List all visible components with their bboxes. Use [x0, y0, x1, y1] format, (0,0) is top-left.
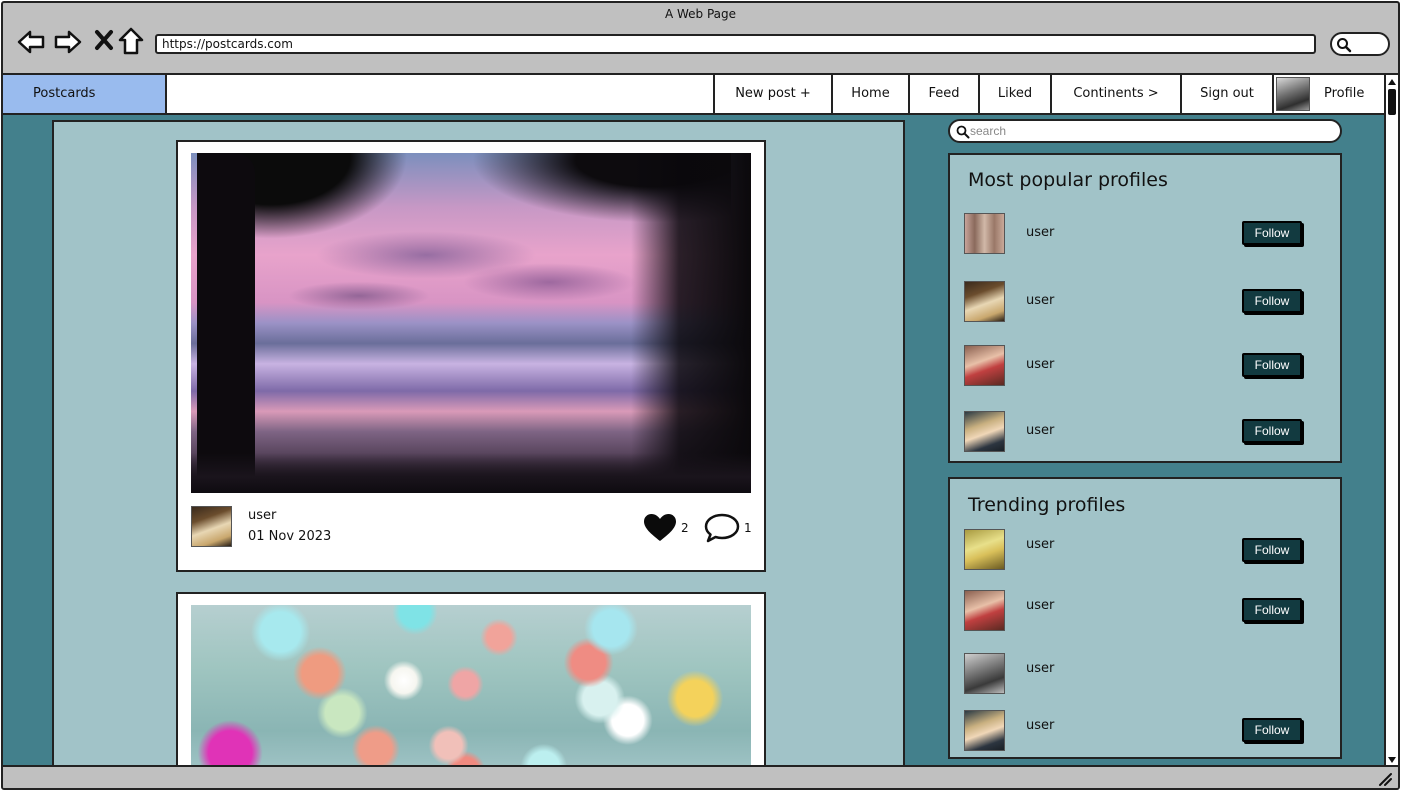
app-navbar: Postcards New post + Home Feed Liked Con…: [3, 75, 1384, 115]
avatar[interactable]: [964, 653, 1005, 694]
scroll-up-arrow-icon[interactable]: [1387, 77, 1397, 87]
avatar[interactable]: [964, 411, 1005, 452]
post-card[interactable]: [176, 592, 766, 765]
panel-title: Trending profiles: [968, 494, 1126, 516]
speech-bubble-icon: [704, 513, 740, 543]
url-bar[interactable]: https://postcards.com: [155, 34, 1316, 54]
like-count: 2: [681, 521, 689, 535]
most-popular-profiles-panel: Most popular profiles user Follow user F…: [948, 153, 1342, 463]
profile-name[interactable]: user: [1026, 661, 1054, 676]
nav-home[interactable]: Home: [831, 75, 908, 113]
scroll-thumb[interactable]: [1388, 89, 1396, 115]
nav-sign-out[interactable]: Sign out: [1180, 75, 1272, 113]
page-viewport: Postcards New post + Home Feed Liked Con…: [3, 73, 1398, 765]
avatar[interactable]: [964, 590, 1005, 631]
browser-window: A Web Page https://postcards.com Postcar…: [1, 1, 1400, 790]
trending-profiles-panel: Trending profiles user Follow user Follo…: [948, 477, 1342, 759]
sunset-beach-photo[interactable]: [191, 153, 751, 493]
profile-name[interactable]: user: [1026, 598, 1054, 613]
window-title: A Web Page: [664, 7, 737, 21]
search-icon: [956, 125, 970, 139]
follow-button[interactable]: Follow: [1242, 598, 1302, 622]
panel-title: Most popular profiles: [968, 169, 1168, 191]
vertical-scrollbar[interactable]: [1384, 75, 1398, 765]
forward-arrow-icon[interactable]: [53, 27, 83, 57]
nav-new-post[interactable]: New post +: [713, 75, 831, 113]
bokeh-lights-photo[interactable]: [191, 605, 751, 765]
avatar[interactable]: [964, 281, 1005, 322]
avatar: [1276, 77, 1310, 111]
browser-search-field[interactable]: [1330, 32, 1390, 56]
avatar[interactable]: [964, 710, 1005, 751]
profile-name[interactable]: user: [1026, 357, 1054, 372]
nav-profile-label: Profile: [1324, 86, 1365, 101]
avatar[interactable]: [964, 529, 1005, 570]
heart-icon: [644, 514, 676, 541]
comment-count: 1: [744, 521, 752, 535]
back-arrow-icon[interactable]: [16, 27, 46, 57]
nav-profile[interactable]: Profile: [1272, 75, 1384, 113]
comment-button[interactable]: 1: [704, 513, 754, 543]
search-icon: [1337, 38, 1352, 53]
brand-logo[interactable]: Postcards: [3, 75, 167, 113]
avatar[interactable]: [964, 345, 1005, 386]
post-username[interactable]: user: [248, 508, 276, 523]
nav-continents[interactable]: Continents >: [1050, 75, 1180, 113]
browser-toolbar: https://postcards.com: [3, 25, 1398, 73]
resize-grip-icon[interactable]: [1378, 772, 1392, 786]
post-date: 01 Nov 2023: [248, 529, 332, 544]
close-x-icon[interactable]: [89, 25, 119, 55]
nav-feed[interactable]: Feed: [908, 75, 978, 113]
profile-name[interactable]: user: [1026, 718, 1054, 733]
sidebar-search[interactable]: [948, 119, 1342, 143]
follow-button[interactable]: Follow: [1242, 289, 1302, 313]
post-meta: user 01 Nov 2023 2 1: [191, 506, 754, 550]
avatar[interactable]: [964, 213, 1005, 254]
profile-row: user Follow: [964, 710, 1316, 752]
profile-name[interactable]: user: [1026, 225, 1054, 240]
home-icon[interactable]: [116, 26, 146, 56]
post-card[interactable]: user 01 Nov 2023 2 1: [176, 140, 766, 572]
profile-row: user Follow: [964, 411, 1316, 453]
scroll-down-arrow-icon[interactable]: [1387, 755, 1397, 765]
nav-liked[interactable]: Liked: [978, 75, 1050, 113]
profile-name[interactable]: user: [1026, 293, 1054, 308]
profile-row: user: [964, 653, 1316, 695]
search-input[interactable]: [970, 123, 1330, 139]
follow-button[interactable]: Follow: [1242, 353, 1302, 377]
follow-button[interactable]: Follow: [1242, 538, 1302, 562]
follow-button[interactable]: Follow: [1242, 718, 1302, 742]
follow-button[interactable]: Follow: [1242, 221, 1302, 245]
profile-name[interactable]: user: [1026, 537, 1054, 552]
profile-row: user Follow: [964, 213, 1316, 255]
profile-row: user Follow: [964, 281, 1316, 323]
profile-row: user Follow: [964, 345, 1316, 387]
feed-panel: user 01 Nov 2023 2 1: [52, 120, 905, 765]
profile-row: user Follow: [964, 590, 1316, 632]
follow-button[interactable]: Follow: [1242, 419, 1302, 443]
status-bar: [3, 765, 1398, 788]
profile-row: user Follow: [964, 529, 1316, 571]
profile-name[interactable]: user: [1026, 423, 1054, 438]
avatar[interactable]: [191, 506, 232, 547]
like-button[interactable]: 2: [643, 513, 693, 543]
